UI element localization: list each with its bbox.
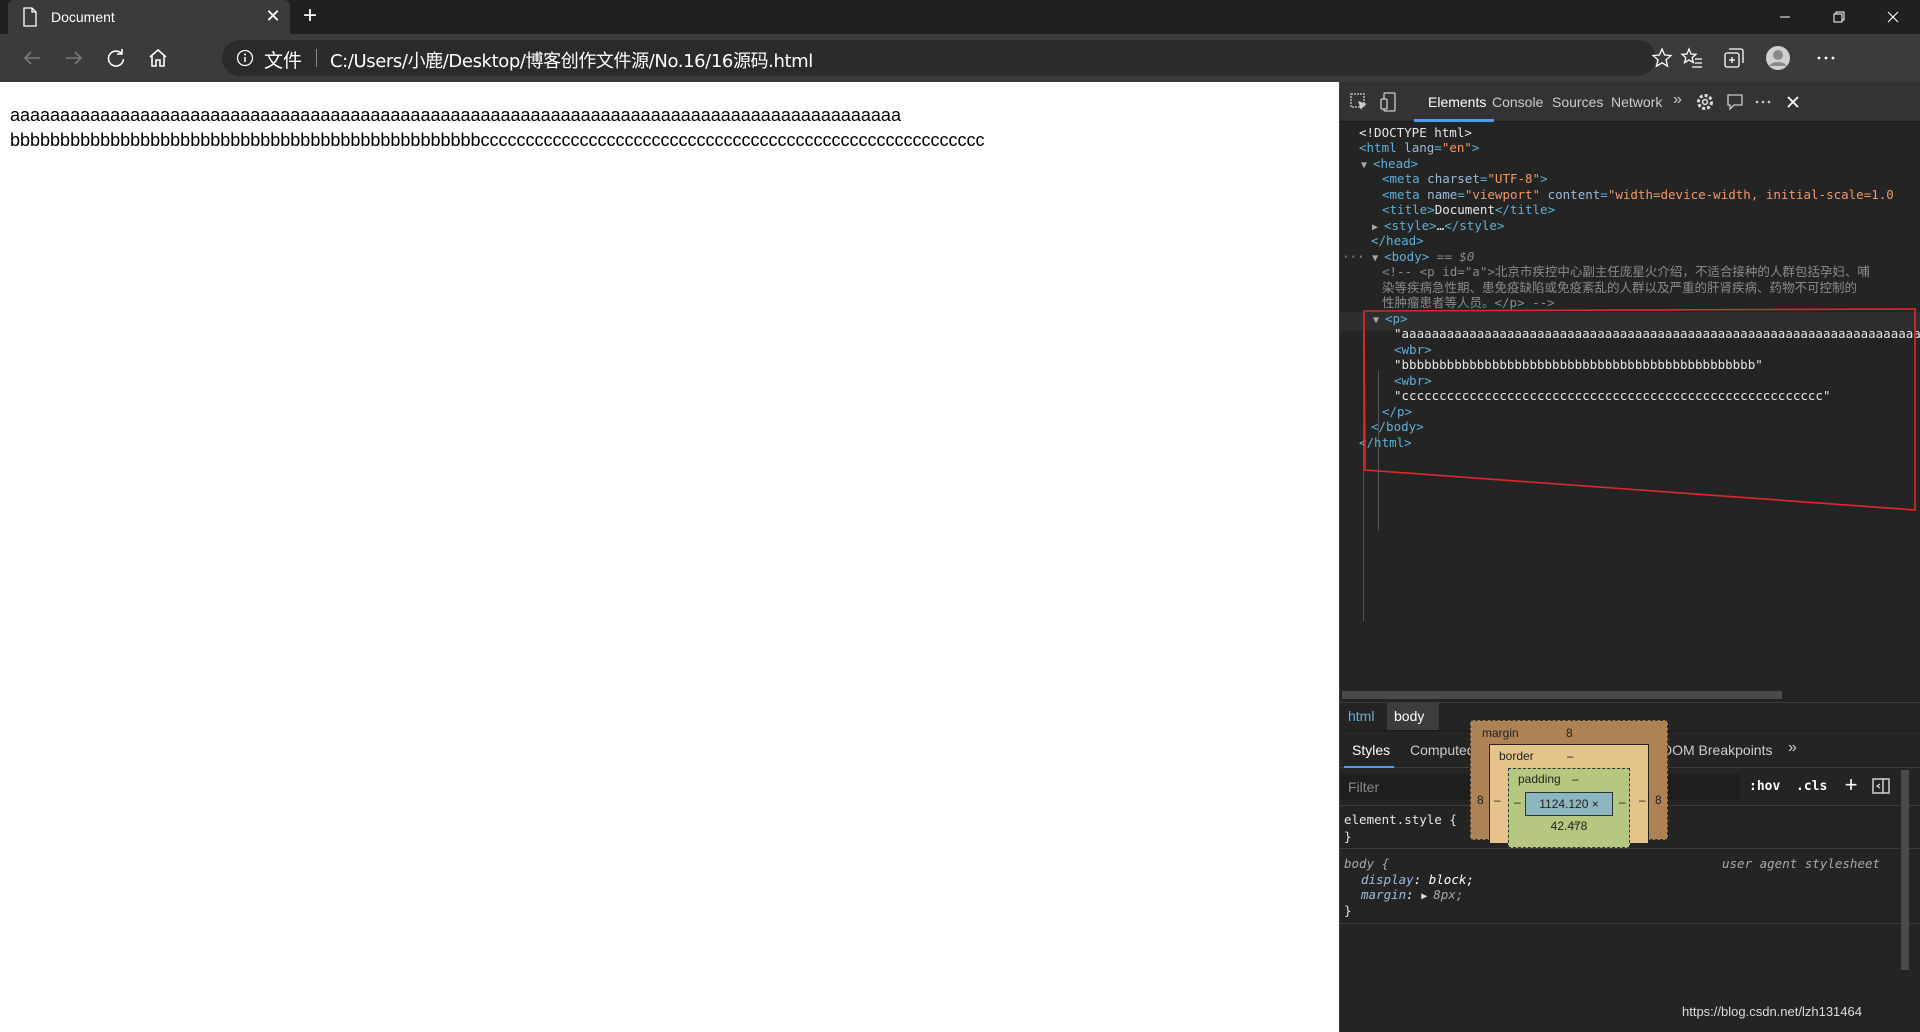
devtools-tab-bar: Elements Console Sources Network » <box>1340 82 1920 122</box>
body-rule-close: } <box>1344 903 1352 918</box>
close-devtools-icon[interactable] <box>1782 91 1804 113</box>
minimize-button[interactable] <box>1758 0 1812 34</box>
more-dots-icon <box>1817 56 1835 60</box>
class-toggle[interactable]: .cls <box>1796 779 1827 794</box>
filter-input[interactable]: Filter <box>1340 774 1740 800</box>
toggle-sidebar-icon[interactable] <box>1871 776 1891 796</box>
address-separator <box>316 49 317 67</box>
page-text-line-1: aaaaaaaaaaaaaaaaaaaaaaaaaaaaaaaaaaaaaaaa… <box>10 105 901 125</box>
refresh-icon <box>107 49 125 67</box>
collections-icon <box>1724 48 1744 68</box>
close-tab-icon[interactable]: ✕ <box>263 6 283 26</box>
new-style-rule-plus-icon[interactable]: + <box>1840 774 1862 796</box>
home-icon <box>149 48 167 67</box>
user-agent-stylesheet-label: user agent stylesheet <box>1722 856 1881 871</box>
css-property: display <box>1361 872 1414 887</box>
rule-divider <box>1340 923 1920 924</box>
tab-elements[interactable]: Elements <box>1428 94 1486 110</box>
css-property: margin <box>1361 887 1407 902</box>
styles-filter-bar: Filter :hov .cls + <box>1340 768 1920 806</box>
restore-icon <box>1833 11 1845 23</box>
page-text-line-2: bbbbbbbbbbbbbbbbbbbbbbbbbbbbbbbbbbbbbbbb… <box>10 130 985 150</box>
hover-state-toggle[interactable]: :hov <box>1749 779 1780 794</box>
tab-title: Document <box>51 9 115 25</box>
minimize-icon <box>1780 16 1790 18</box>
restore-button[interactable] <box>1812 0 1866 34</box>
element-style-close: } <box>1344 829 1352 844</box>
styles-subtab-bar: Styles Computed Layout Event Listeners D… <box>1340 730 1920 769</box>
breadcrumb-body[interactable]: body <box>1394 708 1424 724</box>
browser-toolbar: 文件 C:/Users/小鹿/Desktop/博客创作文件源/No.16/16源… <box>0 34 1920 82</box>
back-button[interactable] <box>16 42 48 74</box>
rule-divider <box>1340 848 1920 849</box>
styles-vertical-scrollbar[interactable] <box>1898 770 1912 990</box>
address-scheme-label: 文件 <box>264 50 303 72</box>
watermark: https://blog.csdn.net/lzh131464 <box>1682 1004 1862 1019</box>
dom-horizontal-scrollbar[interactable] <box>1340 688 1920 702</box>
tab-event-listeners[interactable]: Event Listeners <box>1557 742 1654 758</box>
active-tab-indicator <box>1414 119 1494 122</box>
new-tab-button[interactable]: + <box>297 3 323 29</box>
dom-tree: <!DOCTYPE html> <html lang="en"> ▼ <head>… <box>1340 123 1920 643</box>
body-rule-selector: body { <box>1344 856 1390 871</box>
page-viewport: aaaaaaaaaaaaaaaaaaaaaaaaaaaaaaaaaaaaaaaa… <box>0 82 1339 1032</box>
expand-shorthand-icon[interactable]: ▶ <box>1421 891 1433 902</box>
title-bar: Document ✕ + <box>0 0 1920 34</box>
document-icon <box>23 7 37 27</box>
css-value: 8px; <box>1433 887 1464 902</box>
css-value: block; <box>1428 872 1474 887</box>
breadcrumb-html[interactable]: html <box>1348 708 1374 724</box>
refresh-button[interactable] <box>100 42 132 74</box>
css-declaration-display: display: block; <box>1361 872 1474 887</box>
back-arrow-icon <box>23 51 40 65</box>
gear-icon[interactable] <box>1694 91 1716 113</box>
tab-network[interactable]: Network <box>1611 94 1662 110</box>
collections-button[interactable] <box>1718 42 1750 74</box>
browser-tab[interactable]: Document ✕ <box>8 0 290 34</box>
customize-dots-icon[interactable] <box>1752 91 1774 113</box>
more-tabs-chevron-icon[interactable]: » <box>1673 91 1682 109</box>
forward-arrow-icon <box>66 51 83 65</box>
page-paragraph: aaaaaaaaaaaaaaaaaaaaaaaaaaaaaaaaaaaaaaaa… <box>10 103 985 153</box>
element-style-selector[interactable]: element.style { <box>1344 812 1457 827</box>
tab-layout[interactable]: Layout <box>1493 742 1535 758</box>
info-icon[interactable] <box>236 49 254 67</box>
tab-styles[interactable]: Styles <box>1352 742 1390 758</box>
close-window-button[interactable] <box>1866 0 1920 34</box>
home-button[interactable] <box>142 42 174 74</box>
tab-console[interactable]: Console <box>1492 94 1543 110</box>
scrollbar-thumb[interactable] <box>1901 770 1909 970</box>
address-url[interactable]: C:/Users/小鹿/Desktop/博客创作文件源/No.16/16源码.h… <box>330 47 813 73</box>
styles-pane: element.style { } body { user agent styl… <box>1340 806 1920 1032</box>
red-annotation-outline <box>1363 308 1916 511</box>
forward-button[interactable] <box>58 42 90 74</box>
tab-computed[interactable]: Computed <box>1410 742 1475 758</box>
devtools-panel: Elements Console Sources Network » <!DOC… <box>1339 82 1920 1032</box>
scrollbar-thumb[interactable] <box>1342 691 1782 699</box>
feedback-icon[interactable] <box>1724 91 1746 113</box>
breadcrumb: html body <box>1340 702 1920 731</box>
address-bar[interactable]: 文件 C:/Users/小鹿/Desktop/博客创作文件源/No.16/16源… <box>222 40 1673 76</box>
tab-sources[interactable]: Sources <box>1552 94 1603 110</box>
tab-dom-breakpoints[interactable]: DOM Breakpoints <box>1662 742 1772 758</box>
favorites-list-icon <box>1680 47 1702 68</box>
favorites-button[interactable] <box>1676 42 1708 74</box>
more-subtabs-chevron-icon[interactable]: » <box>1788 739 1797 757</box>
close-icon <box>1887 11 1899 23</box>
favorite-star-icon[interactable] <box>1650 46 1674 70</box>
inspect-element-icon[interactable] <box>1348 91 1370 113</box>
profile-button[interactable] <box>1762 42 1794 74</box>
settings-more-button[interactable] <box>1810 42 1842 74</box>
avatar-icon <box>1766 46 1790 70</box>
device-toolbar-icon[interactable] <box>1378 91 1400 113</box>
css-declaration-margin: margin: ▶ 8px; <box>1361 887 1464 902</box>
